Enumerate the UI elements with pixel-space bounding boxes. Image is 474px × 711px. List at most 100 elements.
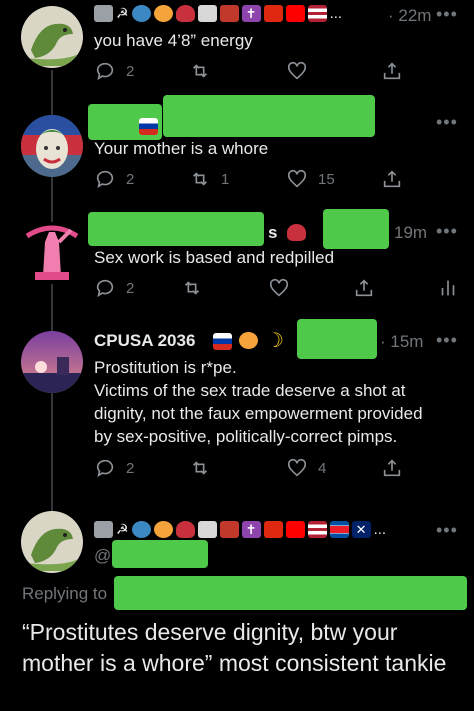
emoji-ellipsis: ... xyxy=(373,521,387,538)
reply-icon xyxy=(96,170,114,189)
like-button[interactable]: 4 xyxy=(286,457,326,479)
cross-emoji: ✝ xyxy=(241,521,261,538)
avatar-statue[interactable] xyxy=(21,222,83,284)
more-button[interactable]: ••• xyxy=(436,221,458,242)
reply-icon xyxy=(96,62,114,81)
reply-button[interactable]: 2 xyxy=(94,277,134,299)
like-button[interactable] xyxy=(286,60,308,82)
redacted-handle xyxy=(112,540,208,568)
redacted-handle xyxy=(323,209,389,249)
retweet-button[interactable] xyxy=(189,60,211,82)
analytics-icon xyxy=(441,280,455,296)
flag-russia xyxy=(139,118,158,135)
cross-emoji: ✝ xyxy=(241,5,261,22)
handle-prefix: @ xyxy=(94,546,112,565)
emoji-row: ☭ ✝ ✕ ... xyxy=(94,521,386,538)
flag-usa xyxy=(307,5,327,22)
avatar-joker[interactable] xyxy=(21,115,83,177)
moon-icon: ☽ xyxy=(266,330,284,352)
avatar-landscape[interactable] xyxy=(21,331,83,393)
flag-taiwan xyxy=(285,5,305,22)
book-emoji xyxy=(219,521,239,538)
tweet-text: Sex work is based and redpilled xyxy=(94,248,335,267)
emoji-row: ☭ ✝ ... xyxy=(94,5,342,22)
name-fragment: s xyxy=(268,223,278,242)
share-button[interactable] xyxy=(353,277,375,299)
flag-north-korea xyxy=(329,521,349,538)
reply-button[interactable]: 2 xyxy=(94,457,134,479)
globe-icon xyxy=(131,521,151,538)
flag-usa xyxy=(307,521,327,538)
share-button[interactable] xyxy=(381,457,403,479)
like-icon xyxy=(269,278,289,297)
reply-count: 2 xyxy=(126,62,135,80)
flag-china xyxy=(263,521,283,538)
tweet-time: 19m xyxy=(394,223,428,242)
flag-russia xyxy=(213,333,232,350)
book-emoji xyxy=(219,5,239,22)
globe-icon xyxy=(131,5,151,22)
more-button[interactable]: ••• xyxy=(436,330,458,351)
retweet-icon xyxy=(192,172,208,186)
moai-emoji xyxy=(94,521,113,538)
like-count: 15 xyxy=(318,170,335,188)
redacted-handle xyxy=(163,95,375,137)
like-button[interactable] xyxy=(268,277,290,299)
sock-emoji xyxy=(197,521,217,538)
tweet-time: · 15m xyxy=(380,332,424,351)
redacted-handle xyxy=(297,319,377,359)
analytics-button[interactable] xyxy=(437,277,459,299)
avatar-dinosaur[interactable] xyxy=(21,6,83,68)
retweet-icon xyxy=(192,461,208,475)
retweet-icon xyxy=(184,281,200,295)
tweet-time: · 22m xyxy=(388,6,432,25)
flag-uk: ✕ xyxy=(351,521,371,538)
reply-button[interactable]: 2 xyxy=(94,60,134,82)
emoji-ellipsis: ... xyxy=(329,5,343,22)
redacted-username xyxy=(88,212,264,246)
hammer-sickle-icon: ☭ xyxy=(116,521,129,537)
retweet-button[interactable]: 1 xyxy=(189,168,229,190)
tweet-text-line: dignity, not the faux empowerment provid… xyxy=(94,404,423,423)
more-button[interactable]: ••• xyxy=(436,4,458,25)
tweet-text-line: by sex-positive, politically-correct pim… xyxy=(94,427,398,446)
reply-count: 2 xyxy=(126,170,135,188)
rose-emoji xyxy=(175,521,195,538)
reply-icon xyxy=(96,459,114,478)
like-button[interactable]: 15 xyxy=(286,168,335,190)
share-button[interactable] xyxy=(381,60,403,82)
flag-taiwan xyxy=(285,521,305,538)
avatar-dinosaur[interactable] xyxy=(21,511,83,573)
tweet-text-line: Prostitution is r*pe. xyxy=(94,358,237,377)
share-button[interactable] xyxy=(381,168,403,190)
more-button[interactable]: ••• xyxy=(436,112,458,133)
retweet-icon xyxy=(192,64,208,78)
tweet-text: you have 4’8” energy xyxy=(94,31,253,50)
retweet-button[interactable] xyxy=(189,457,211,479)
reply-count: 2 xyxy=(126,279,135,297)
rose-emoji xyxy=(287,224,306,241)
main-tweet-text: “Prostitutes deserve dignity, btw your m… xyxy=(22,619,447,676)
mango-emoji xyxy=(153,521,173,538)
flag-china xyxy=(263,5,283,22)
like-icon xyxy=(287,458,307,477)
redacted-replying-handle xyxy=(114,576,467,610)
retweet-count: 1 xyxy=(221,170,230,188)
tweet-text: Your mother is a whore xyxy=(94,139,269,158)
mango-emoji xyxy=(153,5,173,22)
retweet-button[interactable] xyxy=(181,277,203,299)
display-name[interactable]: CPUSA 2036 xyxy=(94,331,195,351)
moai-emoji xyxy=(94,5,113,22)
share-icon xyxy=(383,459,401,477)
share-icon xyxy=(383,170,401,188)
share-icon xyxy=(383,62,401,80)
replying-to-label: Replying to xyxy=(22,584,108,603)
like-count: 4 xyxy=(318,459,327,477)
tweet-text-line: Victims of the sex trade deserve a shot … xyxy=(94,381,406,400)
tiger-emoji xyxy=(239,332,258,349)
reply-icon xyxy=(96,279,114,298)
like-icon xyxy=(287,169,307,188)
more-button[interactable]: ••• xyxy=(436,520,458,541)
sock-emoji xyxy=(197,5,217,22)
reply-button[interactable]: 2 xyxy=(94,168,134,190)
